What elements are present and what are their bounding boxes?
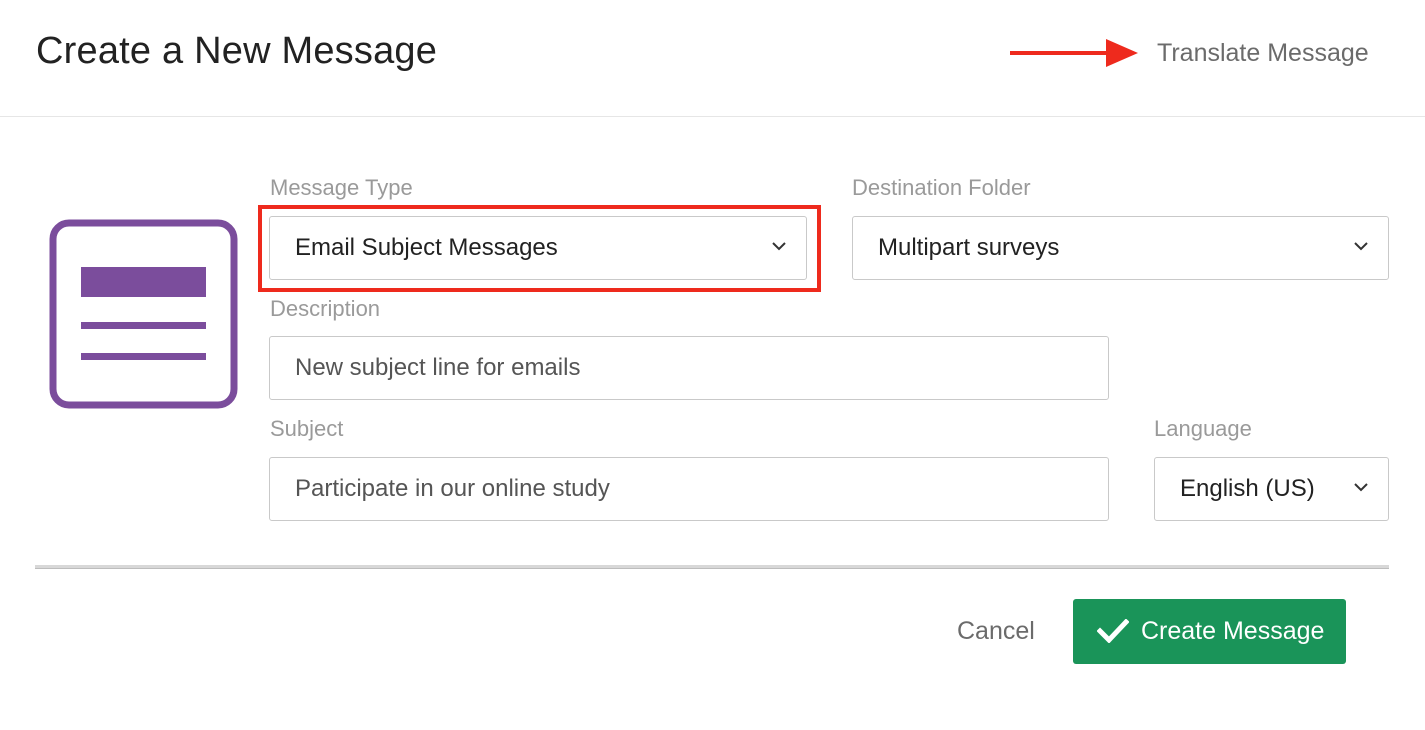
description-input[interactable]: New subject line for emails [269, 336, 1109, 400]
translate-message-link[interactable]: Translate Message [1157, 39, 1369, 68]
subject-label: Subject [270, 416, 344, 441]
description-value: New subject line for emails [295, 354, 581, 381]
description-label: Description [270, 296, 381, 321]
red-arrow-annotation [1010, 39, 1138, 67]
cancel-button[interactable]: Cancel [957, 617, 1035, 646]
destination-folder-select[interactable]: Multipart surveys [852, 216, 1389, 280]
footer-divider [35, 565, 1389, 569]
message-document-icon [49, 219, 238, 409]
language-value: English (US) [1180, 475, 1315, 502]
checkmark-icon [1097, 619, 1129, 643]
destination-folder-value: Multipart surveys [878, 234, 1060, 261]
dialog-header: Create a New Message Translate Message [0, 0, 1425, 117]
chevron-down-icon [1354, 242, 1368, 251]
subject-value: Participate in our online study [295, 475, 610, 502]
create-message-button[interactable]: Create Message [1073, 599, 1346, 664]
message-type-label: Message Type [270, 175, 413, 200]
page-title: Create a New Message [36, 30, 438, 72]
create-message-label: Create Message [1141, 617, 1325, 645]
subject-input[interactable]: Participate in our online study [269, 457, 1109, 521]
highlight-annotation-box [258, 205, 821, 292]
language-select[interactable]: English (US) [1154, 457, 1389, 521]
destination-folder-label: Destination Folder [852, 175, 1031, 200]
chevron-down-icon [1354, 483, 1368, 492]
language-label: Language [1154, 416, 1252, 441]
